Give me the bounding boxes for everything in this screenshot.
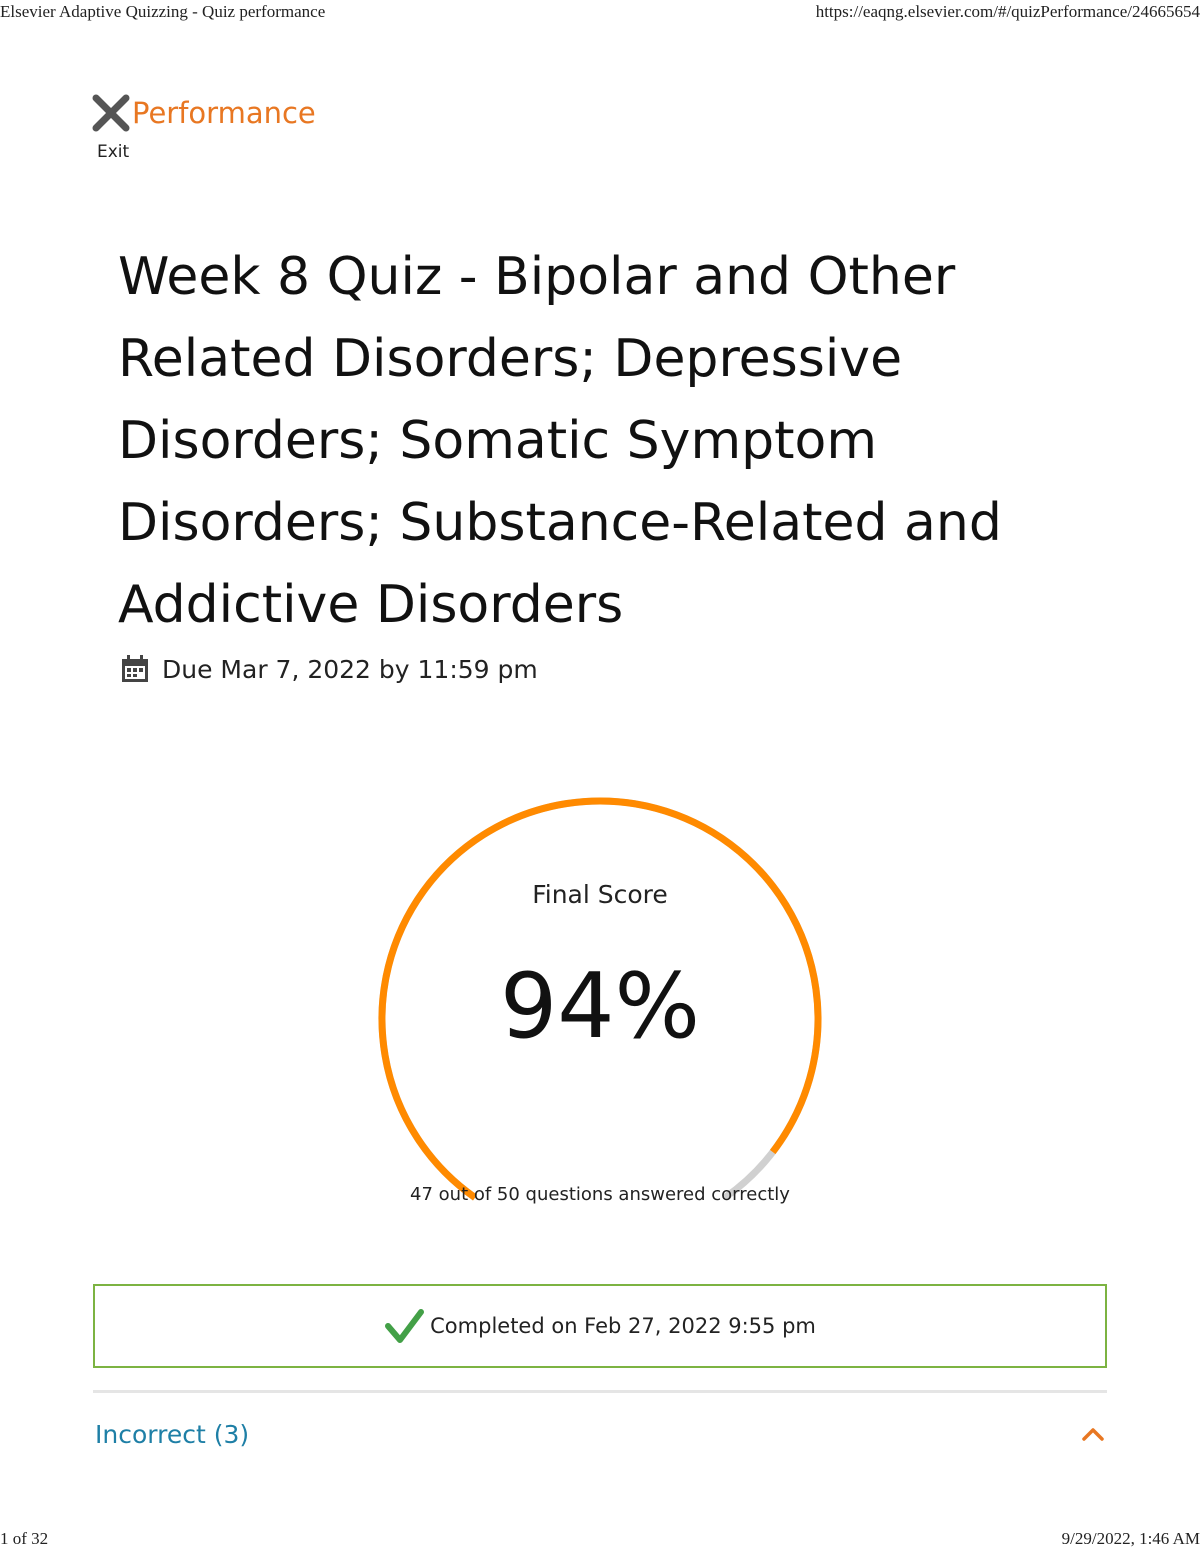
incorrect-section-toggle[interactable]: Incorrect (3) (93, 1412, 1107, 1460)
print-page-count: 1 of 32 (0, 1529, 49, 1548)
score-gauge: Final Score 94% 47 out of 50 questions a… (370, 786, 830, 1226)
completion-banner: Completed on Feb 27, 2022 9:55 pm (93, 1284, 1107, 1368)
chevron-up-icon (1082, 1428, 1104, 1441)
print-page-title: Elsevier Adaptive Quizzing - Quiz perfor… (0, 2, 326, 21)
print-url: https://eaqng.elsevier.com/#/quizPerform… (815, 2, 1200, 21)
checkmark-icon (385, 1309, 425, 1343)
due-text: Due Mar 7, 2022 by 11:59 pm (162, 654, 538, 684)
due-date: Due Mar 7, 2022 by 11:59 pm (120, 652, 538, 686)
divider (93, 1390, 1107, 1393)
score-label: Final Score (532, 880, 668, 909)
exit-button[interactable]: Exit (92, 92, 132, 162)
page-title: Performance (132, 96, 316, 130)
completion-text: Completed on Feb 27, 2022 9:55 pm (430, 1314, 816, 1338)
exit-label: Exit (97, 142, 130, 162)
print-header: Elsevier Adaptive Quizzing - Quiz perfor… (0, 2, 1200, 24)
print-timestamp: 9/29/2022, 1:46 AM (1061, 1529, 1200, 1548)
close-icon (92, 94, 130, 132)
score-summary: 47 out of 50 questions answered correctl… (410, 1184, 790, 1205)
score-value: 94% (499, 954, 701, 1059)
print-footer: 1 of 32 9/29/2022, 1:46 AM (0, 1529, 1200, 1551)
incorrect-label: Incorrect (3) (95, 1420, 250, 1449)
calendar-icon (122, 655, 148, 682)
quiz-title: Week 8 Quiz - Bipolar and Other Related … (118, 247, 1002, 635)
